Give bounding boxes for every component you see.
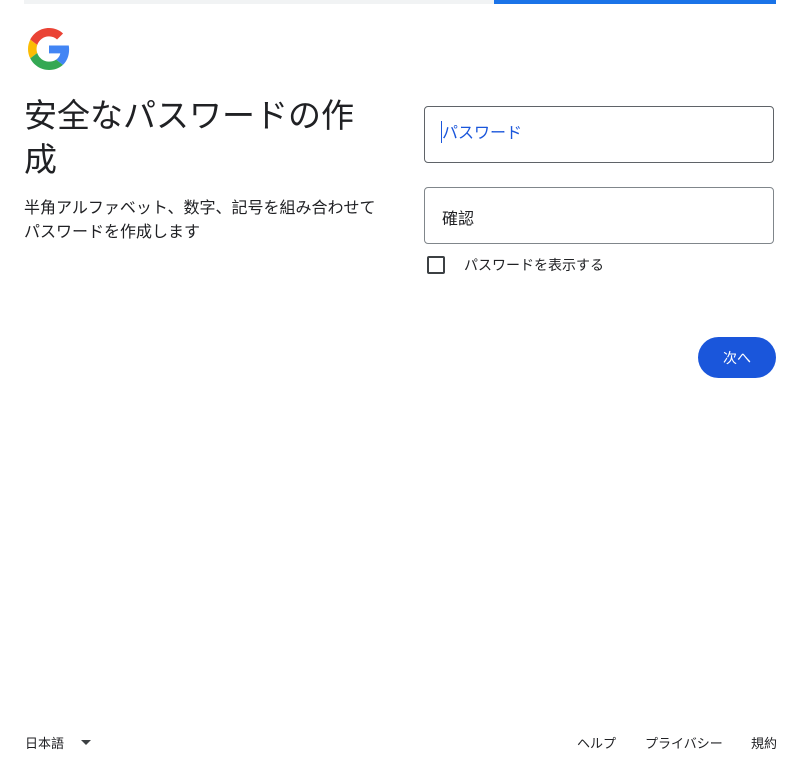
show-password-label: パスワードを表示する bbox=[464, 258, 604, 274]
language-selector[interactable]: 日本語 bbox=[25, 733, 92, 752]
page-description: 半角アルファベット、数字、記号を組み合わせてパスワードを作成します bbox=[24, 198, 376, 241]
terms-link[interactable]: 規約 bbox=[751, 733, 777, 752]
show-password-toggle[interactable]: パスワードを表示する bbox=[427, 254, 604, 276]
dropdown-arrow-icon bbox=[81, 740, 92, 745]
page-title: 安全なパスワードの作成 bbox=[24, 96, 354, 179]
confirm-password-input[interactable] bbox=[425, 188, 773, 243]
progress-bar-fill bbox=[494, 0, 776, 4]
language-selector-label: 日本語 bbox=[25, 737, 65, 752]
privacy-link[interactable]: プライバシー bbox=[645, 733, 723, 752]
progress-bar bbox=[24, 0, 776, 4]
password-input[interactable] bbox=[425, 107, 773, 162]
help-link[interactable]: ヘルプ bbox=[577, 733, 616, 752]
confirm-password-field[interactable]: 確認 bbox=[424, 187, 774, 244]
show-password-checkbox[interactable] bbox=[427, 256, 445, 274]
footer: 日本語 ヘルプ プライバシー 規約 bbox=[0, 730, 800, 754]
password-field[interactable]: パスワード bbox=[424, 106, 774, 163]
google-logo-icon bbox=[28, 28, 70, 70]
next-button[interactable]: 次へ bbox=[698, 337, 776, 378]
